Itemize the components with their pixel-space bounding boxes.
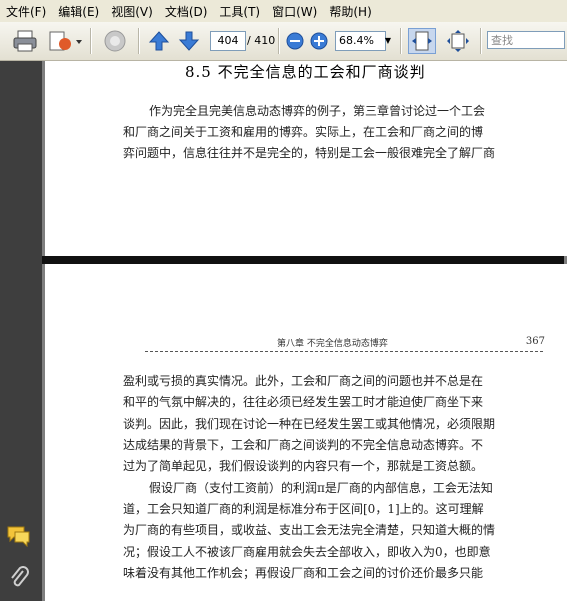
hand-tool-button[interactable] <box>100 28 130 54</box>
paragraph-line: 况；假设工人不被该厂商雇用就会失去全部收入，即收入为0，也即意 <box>123 545 491 559</box>
document-attach-icon <box>49 31 82 51</box>
zoom-out-icon <box>286 32 304 50</box>
paragraph-line: 为厂商的有些项目，或收益、支出工会无法完全清楚，只知道大概的情 <box>123 523 496 537</box>
toolbar: 404 / 410 68.4% ▼ 查找 <box>0 22 567 61</box>
page-count: / 410 <box>247 34 276 47</box>
chevron-down-icon: ▼ <box>384 36 392 45</box>
menu-view[interactable]: 视图(V) <box>105 3 159 20</box>
previous-page-button[interactable] <box>146 28 172 54</box>
paragraph-line: 和厂商之间关于工资和雇用的博弈。实际上，在工会和厂商之间的博 <box>123 125 484 139</box>
paragraph-line: 作为完全且完美信息动态博弈的例子，第三章曾讨论过一个工会 <box>149 104 486 118</box>
pdf-page-bottom: 第八章 不完全信息动态博弈 367 盈利或亏损的真实情况。此外，工会和厂商之间的… <box>45 264 567 601</box>
header-rule <box>145 351 543 352</box>
printer-icon <box>13 30 37 52</box>
toolbar-separator <box>90 28 92 54</box>
zoom-out-button[interactable] <box>284 28 306 54</box>
section-heading: 8.5 不完全信息的工会和厂商谈判 <box>185 63 426 81</box>
arrow-up-icon <box>148 31 170 51</box>
page-divider <box>42 256 564 264</box>
search-input[interactable]: 查找 <box>487 31 565 49</box>
toolbar-separator <box>400 28 402 54</box>
paragraph-line: 谈判。因此，我们现在讨论一种在已经发生罢工或其他情况，必须限期 <box>123 417 496 431</box>
paragraph-line: 和平的气氛中解决的，往往必须已经发生罢工时才能迫使厂商坐下来 <box>123 395 484 409</box>
pdf-page-top: 8.5 不完全信息的工会和厂商谈判 作为完全且完美信息动态博弈的例子，第三章曾讨… <box>45 61 567 256</box>
running-head-title: 第八章 不完全信息动态博弈 <box>277 339 388 349</box>
fit-page-button[interactable] <box>444 28 472 54</box>
paragraph-line: 道，工会只知道厂商的利润是标准分布于区间[0，1]上的。这可理解 <box>123 502 484 516</box>
menu-file[interactable]: 文件(F) <box>0 3 52 20</box>
fit-width-icon <box>412 31 432 51</box>
paragraph-line: 盈利或亏损的真实情况。此外，工会和厂商之间的问题也并不总是在 <box>123 374 484 388</box>
page-number: 367 <box>525 336 545 347</box>
toolbar-separator <box>138 28 140 54</box>
paragraph-line: 假设厂商（支付工资前）的利润π是厂商的内部信息，工会无法知 <box>149 481 493 495</box>
attach-button[interactable] <box>46 28 82 54</box>
menu-edit[interactable]: 编辑(E) <box>52 3 105 20</box>
arrow-down-icon <box>178 31 200 51</box>
paragraph-line: 味着没有其他工作机会；再假设厂商和工会之间的讨价还价最多只能 <box>123 566 484 580</box>
page-number-input[interactable]: 404 <box>210 31 246 51</box>
paragraph-line: 过为了简单起见，我们假设谈判的内容只有一个，那就是工资总额。 <box>123 459 484 473</box>
next-page-button[interactable] <box>176 28 202 54</box>
paragraph-line: 弈问题中，信息往往并不是完全的，特别是工会一般很难完全了解厂商 <box>123 146 496 160</box>
zoom-in-button[interactable] <box>308 28 330 54</box>
paperclip-icon <box>11 566 29 587</box>
zoom-dropdown[interactable]: ▼ <box>382 31 394 51</box>
fit-width-button[interactable] <box>408 28 436 54</box>
menu-tools[interactable]: 工具(T) <box>213 3 266 20</box>
attachments-button[interactable] <box>8 566 30 594</box>
document-viewport[interactable]: 8.5 不完全信息的工会和厂商谈判 作为完全且完美信息动态博弈的例子，第三章曾讨… <box>42 61 567 601</box>
menu-bar: 文件(F) 编辑(E) 视图(V) 文档(D) 工具(T) 窗口(W) 帮助(H… <box>0 0 567 23</box>
zoom-in-icon <box>310 32 328 50</box>
zoom-level-input[interactable]: 68.4% <box>335 31 386 51</box>
comments-button[interactable] <box>6 525 32 551</box>
toolbar-separator <box>278 28 280 54</box>
toolbar-separator <box>480 28 482 54</box>
paragraph-line: 达成结果的背景下，工会和厂商之间谈判的不完全信息动态博弈。不 <box>123 438 484 452</box>
fit-page-icon <box>447 30 469 52</box>
navigation-panel <box>0 61 42 601</box>
comment-icon <box>7 526 30 548</box>
menu-window[interactable]: 窗口(W) <box>266 3 323 20</box>
menu-help[interactable]: 帮助(H) <box>323 3 377 20</box>
print-button[interactable] <box>10 28 40 54</box>
hand-icon <box>104 30 126 52</box>
menu-document[interactable]: 文档(D) <box>159 3 214 20</box>
